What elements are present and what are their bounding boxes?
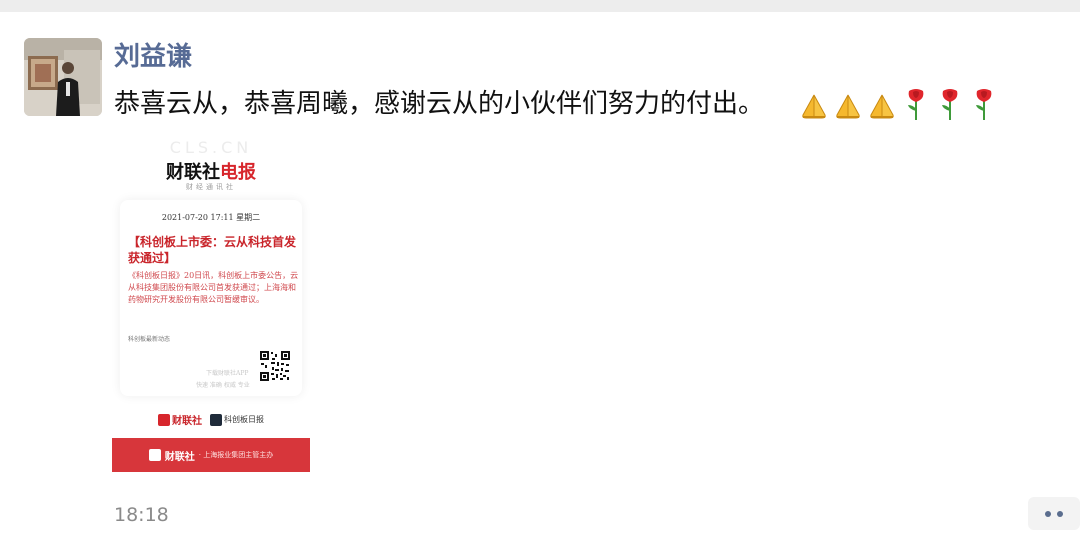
folded-hands-icon xyxy=(836,94,860,119)
cls-brand: 财联社 xyxy=(158,412,202,427)
download-slogan: 快速 准确 权威 专业 xyxy=(196,382,250,389)
news-panel: 2021-07-20 17:11 星期二 【科创板上市委：云从科技首发获通过】 … xyxy=(120,200,302,396)
card-watermark: CLS.CN xyxy=(169,138,253,157)
rose-icon xyxy=(908,89,924,120)
card-footer: 财联社 · 上海报业集团主管主办 xyxy=(112,438,310,472)
kcb-brand-icon xyxy=(210,413,222,426)
more-dot-icon xyxy=(1057,510,1063,517)
cls-logo: 财联社电报 xyxy=(112,158,310,184)
more-dot-icon xyxy=(1045,510,1051,517)
message-text: 恭喜云从，恭喜周曦，感谢云从的小伙伴们努力的付出。 xyxy=(114,89,765,119)
news-tag: 科创板最新动态 xyxy=(128,336,171,343)
download-text: 下载财联社APP xyxy=(206,370,249,377)
kcb-brand: 科创板日报 xyxy=(210,413,264,426)
qr-code-icon xyxy=(259,350,291,382)
more-actions-button[interactable] xyxy=(1028,497,1080,530)
cls-logo-black: 财联社 xyxy=(166,162,220,183)
cls-logo-subtitle: 财经通讯社 xyxy=(186,183,236,191)
avatar[interactable] xyxy=(24,38,102,116)
footer-logo-icon xyxy=(148,449,161,461)
folded-hands-icon xyxy=(802,94,826,119)
footer-text: · 上海报业集团主管主办 xyxy=(198,451,274,459)
folded-hands-icon xyxy=(870,94,894,119)
cls-logo-red: 电报 xyxy=(220,162,256,183)
news-headline: 【科创板上市委：云从科技首发获通过】 xyxy=(128,235,297,265)
post-time: 18:18 xyxy=(114,504,169,526)
top-divider-strip xyxy=(0,0,1080,12)
news-body: 《科创板日报》20日讯，科创板上市委公告，云从科技集团股份有限公司首发获通过；上… xyxy=(128,271,299,304)
rose-icon xyxy=(942,89,958,120)
news-date: 2021-07-20 17:11 星期二 xyxy=(161,213,261,222)
emoji-row xyxy=(799,86,999,122)
cls-brand-label: 财联社 xyxy=(172,416,202,427)
brand-row: 财联社 科创板日报 xyxy=(112,412,310,427)
cls-brand-icon xyxy=(158,413,170,426)
avatar-image xyxy=(24,38,102,116)
rose-icon xyxy=(976,89,992,120)
footer-logo: 财联社 xyxy=(164,451,195,463)
author-name[interactable]: 刘益谦 xyxy=(114,40,192,74)
news-image-card[interactable]: CLS.CN 财联社电报 财经通讯社 2021-07-20 17:11 星期二 … xyxy=(112,134,310,472)
kcb-brand-label: 科创板日报 xyxy=(224,415,264,424)
